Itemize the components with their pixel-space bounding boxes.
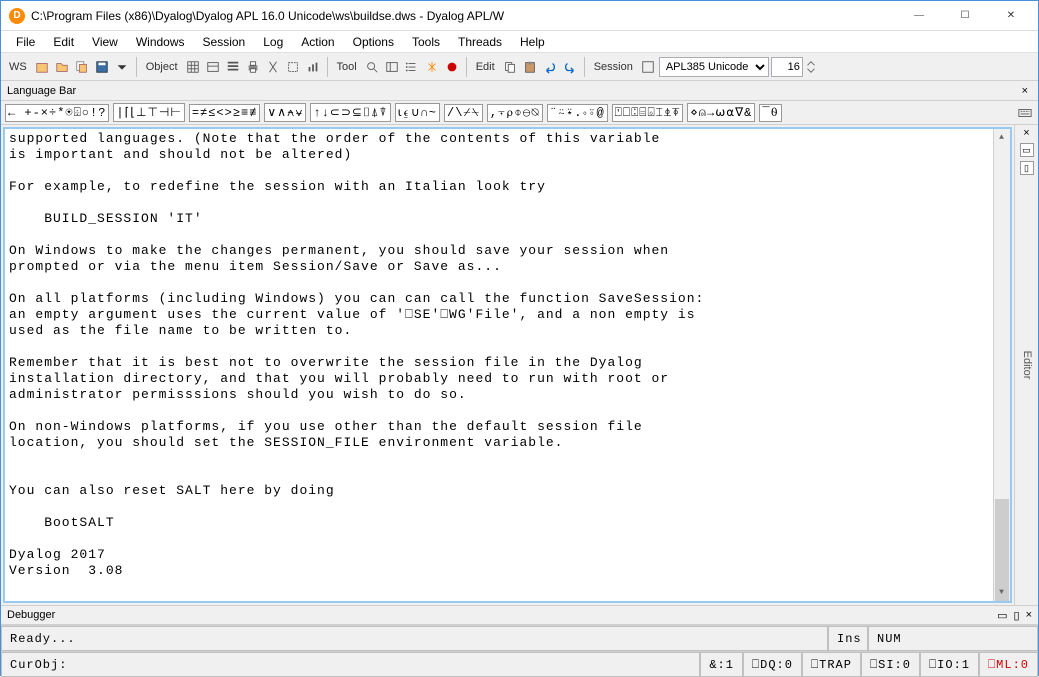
status-io: ⎕IO:1 (920, 652, 979, 677)
paste-icon[interactable] (521, 58, 539, 76)
tool-thread-icon[interactable] (423, 58, 441, 76)
menu-view[interactable]: View (83, 32, 127, 52)
maximize-button[interactable]: ☐ (942, 1, 988, 31)
side-dock: × ▭ ▯ Editor (1014, 125, 1038, 605)
status-ready: Ready... (1, 626, 828, 651)
status-dq: ⎕DQ:0 (743, 652, 802, 677)
ws-open-icon[interactable] (53, 58, 71, 76)
keyboard-icon[interactable] (1016, 104, 1034, 122)
editor-tab-label[interactable]: Editor (1021, 351, 1033, 380)
language-bar-header: Language Bar × (1, 81, 1038, 101)
language-bar: ← +-×÷*⍟⌹○!? |⌈⌊⊥⊤⊣⊢ =≠≤<>≥≡≢ ∨∧⍲⍱ ↑↓⊂⊃⊆… (1, 101, 1038, 125)
toolbar-ws-label: WS (5, 61, 31, 73)
menu-action[interactable]: Action (292, 32, 343, 52)
menu-options[interactable]: Options (344, 32, 403, 52)
session-area[interactable]: supported languages. (Note that the orde… (3, 127, 1012, 603)
font-size-input[interactable] (771, 57, 803, 77)
minimize-button[interactable]: — (896, 1, 942, 31)
debugger-header: Debugger ▭ ▯ × (1, 605, 1038, 625)
lang-group-3[interactable]: ∨∧⍲⍱ (264, 103, 306, 122)
lang-group-11[interactable]: ¯⍬ (759, 104, 781, 122)
debugger-close-icon[interactable]: × (1026, 609, 1032, 622)
object-grid-icon[interactable] (184, 58, 202, 76)
lang-group-2[interactable]: =≠≤<>≥≡≢ (189, 104, 261, 122)
menu-log[interactable]: Log (254, 32, 292, 52)
dock-box-icon[interactable]: ▭ (1020, 143, 1034, 157)
search-icon[interactable] (363, 58, 381, 76)
debugger-title: Debugger (7, 609, 55, 621)
object-rows-icon[interactable] (224, 58, 242, 76)
lang-group-7[interactable]: ,⍪⍴⌽⊖⍉ (487, 104, 543, 122)
debugger-pin-icon[interactable]: ▯ (1014, 609, 1020, 622)
scroll-down-icon[interactable]: ▼ (994, 584, 1010, 601)
ws-copy-icon[interactable] (73, 58, 91, 76)
ws-save-icon[interactable] (93, 58, 111, 76)
font-size-spinner[interactable] (805, 58, 817, 76)
tool-explorer-icon[interactable] (383, 58, 401, 76)
object-select-icon[interactable] (284, 58, 302, 76)
menu-help[interactable]: Help (511, 32, 554, 52)
statusbar-1: Ready... Ins NUM (1, 625, 1038, 651)
dock-pin-icon[interactable]: ▯ (1020, 161, 1034, 175)
lang-group-8[interactable]: ¨⍨⍣.∘⍤@ (547, 104, 608, 122)
toolbar: WS Object Tool Edit Session APL385 Unico… (1, 53, 1038, 81)
object-table-icon[interactable] (204, 58, 222, 76)
lang-group-10[interactable]: ⋄⍝→⍵⍺∇& (687, 103, 755, 122)
statusbar-2: CurObj: &:1 ⎕DQ:0 ⎕TRAP ⎕SI:0 ⎕IO:1 ⎕ML:… (1, 651, 1038, 677)
toolbar-tool-label: Tool (333, 61, 361, 73)
lang-group-0[interactable]: ← +-×÷*⍟⌹○!? (5, 104, 109, 122)
menu-threads[interactable]: Threads (449, 32, 511, 52)
language-bar-close-icon[interactable]: × (1018, 85, 1032, 97)
menubar: File Edit View Windows Session Log Actio… (1, 31, 1038, 53)
ws-clear-icon[interactable] (33, 58, 51, 76)
toolbar-edit-label: Edit (472, 61, 499, 73)
status-si: ⎕SI:0 (861, 652, 920, 677)
menu-tools[interactable]: Tools (403, 32, 449, 52)
debugger-restore-icon[interactable]: ▭ (997, 609, 1007, 622)
status-trap: ⎕TRAP (802, 652, 861, 677)
toolbar-object-label: Object (142, 61, 182, 73)
ws-dropdown-icon[interactable] (113, 58, 131, 76)
status-num: NUM (868, 626, 1038, 651)
status-ml: ⎕ML:0 (979, 652, 1038, 677)
font-select[interactable]: APL385 Unicode (659, 57, 769, 77)
undo-icon[interactable] (541, 58, 559, 76)
vertical-scrollbar[interactable]: ▲ ▼ (993, 129, 1010, 601)
language-bar-title: Language Bar (7, 85, 76, 97)
menu-windows[interactable]: Windows (127, 32, 194, 52)
window-title: C:\Program Files (x86)\Dyalog\Dyalog APL… (31, 9, 896, 23)
lang-group-4[interactable]: ↑↓⊂⊃⊆⌷⍋⍒ (310, 103, 390, 122)
session-close-icon[interactable]: × (1023, 127, 1029, 139)
status-ins: Ins (828, 626, 868, 651)
scroll-up-icon[interactable]: ▲ (994, 129, 1010, 146)
status-curobj: CurObj: (1, 652, 700, 677)
lang-group-1[interactable]: |⌈⌊⊥⊤⊣⊢ (113, 103, 184, 122)
menu-session[interactable]: Session (194, 32, 255, 52)
lang-group-5[interactable]: ⍳⍷∪∩~ (395, 103, 440, 122)
app-icon: D (9, 8, 25, 24)
lang-group-6[interactable]: /\⌿⍀ (444, 104, 483, 122)
session-text[interactable]: supported languages. (Note that the orde… (5, 129, 1010, 581)
close-button[interactable]: ✕ (988, 1, 1034, 31)
object-chart-icon[interactable] (304, 58, 322, 76)
tool-stop-icon[interactable] (443, 58, 461, 76)
print-icon[interactable] (244, 58, 262, 76)
redo-icon[interactable] (561, 58, 579, 76)
object-cut-icon[interactable] (264, 58, 282, 76)
lang-group-9[interactable]: ⍞⎕⍠⌸⌺⌶⍎⍕ (612, 104, 684, 122)
menu-edit[interactable]: Edit (44, 32, 83, 52)
session-box-icon[interactable] (639, 58, 657, 76)
titlebar: D C:\Program Files (x86)\Dyalog\Dyalog A… (1, 1, 1038, 31)
menu-file[interactable]: File (7, 32, 44, 52)
status-amp: &:1 (700, 652, 743, 677)
copy-icon[interactable] (501, 58, 519, 76)
toolbar-session-label: Session (590, 61, 637, 73)
tool-list-icon[interactable] (403, 58, 421, 76)
